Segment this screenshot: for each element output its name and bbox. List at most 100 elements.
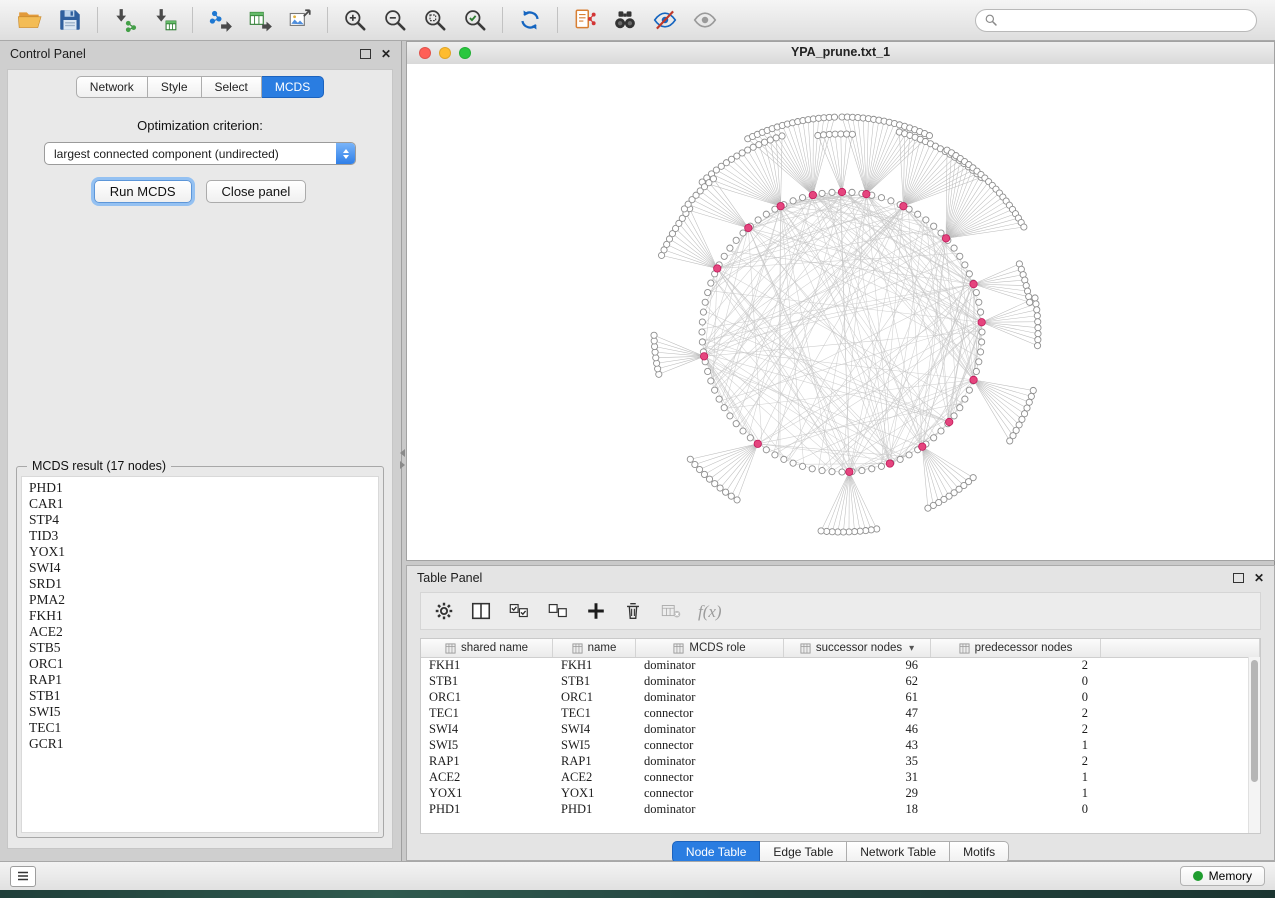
table-cell[interactable]: 35 bbox=[784, 753, 931, 769]
table-cell[interactable]: ACE2 bbox=[421, 769, 553, 785]
table-cell[interactable]: YOX1 bbox=[421, 785, 553, 801]
tab-network-table[interactable]: Network Table bbox=[847, 841, 950, 863]
table-cell[interactable]: 0 bbox=[931, 673, 1101, 689]
network-window-titlebar[interactable]: YPA_prune.txt_1 bbox=[407, 42, 1274, 65]
zoom-out-button[interactable] bbox=[378, 5, 412, 35]
table-cell[interactable]: dominator bbox=[636, 657, 784, 673]
mcds-result-item[interactable]: SWI5 bbox=[29, 704, 378, 720]
tab-node-table[interactable]: Node Table bbox=[672, 841, 761, 863]
mcds-result-item[interactable]: SRD1 bbox=[29, 576, 378, 592]
mcds-result-item[interactable]: STB5 bbox=[29, 640, 378, 656]
table-cell[interactable]: 47 bbox=[784, 705, 931, 721]
table-cell[interactable] bbox=[1101, 769, 1248, 785]
delete-column-button[interactable] bbox=[622, 600, 644, 622]
table-cell[interactable]: dominator bbox=[636, 689, 784, 705]
find-button[interactable] bbox=[608, 5, 642, 35]
clone-network-button[interactable] bbox=[568, 5, 602, 35]
table-cell[interactable]: SWI5 bbox=[553, 737, 636, 753]
table-cell[interactable]: dominator bbox=[636, 721, 784, 737]
table-cell[interactable]: ORC1 bbox=[421, 689, 553, 705]
network-graph[interactable] bbox=[407, 64, 1274, 560]
table-settings-button[interactable] bbox=[433, 600, 455, 622]
mcds-result-item[interactable]: ACE2 bbox=[29, 624, 378, 640]
table-cell[interactable]: dominator bbox=[636, 753, 784, 769]
mcds-result-item[interactable]: RAP1 bbox=[29, 672, 378, 688]
table-cell[interactable]: 29 bbox=[784, 785, 931, 801]
mcds-result-item[interactable]: GCR1 bbox=[29, 736, 378, 752]
scrollbar-thumb[interactable] bbox=[1251, 660, 1258, 782]
table-cell[interactable]: 0 bbox=[931, 801, 1101, 817]
table-cell[interactable] bbox=[1101, 705, 1248, 721]
table-cell[interactable] bbox=[1101, 753, 1248, 769]
tab-select[interactable]: Select bbox=[202, 76, 262, 98]
table-cell[interactable]: 2 bbox=[931, 705, 1101, 721]
table-cell[interactable]: STB1 bbox=[421, 673, 553, 689]
sort-descending-icon[interactable]: ▾ bbox=[909, 643, 914, 654]
table-cell[interactable]: PHD1 bbox=[421, 801, 553, 817]
tab-mcds[interactable]: MCDS bbox=[262, 76, 324, 98]
maximize-window-icon[interactable] bbox=[459, 47, 471, 59]
mcds-result-item[interactable]: TID3 bbox=[29, 528, 378, 544]
close-panel-button[interactable]: Close panel bbox=[206, 180, 307, 203]
table-cell[interactable]: ACE2 bbox=[553, 769, 636, 785]
table-cell[interactable]: 62 bbox=[784, 673, 931, 689]
table-cell[interactable] bbox=[1101, 801, 1248, 817]
table-row[interactable]: RAP1RAP1dominator352 bbox=[421, 753, 1248, 769]
table-cell[interactable]: 0 bbox=[931, 689, 1101, 705]
table-row[interactable]: SWI4SWI4dominator462 bbox=[421, 721, 1248, 737]
table-row[interactable]: FKH1FKH1dominator962 bbox=[421, 657, 1248, 673]
table-row[interactable]: TEC1TEC1connector472 bbox=[421, 705, 1248, 721]
table-cell[interactable]: FKH1 bbox=[421, 657, 553, 673]
close-window-icon[interactable] bbox=[419, 47, 431, 59]
export-table-button[interactable] bbox=[243, 5, 277, 35]
tab-motifs[interactable]: Motifs bbox=[950, 841, 1009, 863]
table-cell[interactable]: connector bbox=[636, 785, 784, 801]
table-cell[interactable] bbox=[1101, 689, 1248, 705]
column-header-mcds-role[interactable]: MCDS role bbox=[636, 639, 784, 657]
export-image-button[interactable] bbox=[283, 5, 317, 35]
zoom-in-button[interactable] bbox=[338, 5, 372, 35]
table-row[interactable]: STB1STB1dominator620 bbox=[421, 673, 1248, 689]
table-cell[interactable] bbox=[1101, 785, 1248, 801]
deselect-all-button[interactable] bbox=[546, 600, 570, 622]
table-cell[interactable]: 46 bbox=[784, 721, 931, 737]
table-cell[interactable]: RAP1 bbox=[553, 753, 636, 769]
table-cell[interactable]: dominator bbox=[636, 673, 784, 689]
search-input[interactable] bbox=[1003, 12, 1248, 28]
open-file-button[interactable] bbox=[13, 5, 47, 35]
zoom-selected-button[interactable] bbox=[458, 5, 492, 35]
delete-table-button[interactable] bbox=[659, 600, 683, 622]
table-cell[interactable]: 2 bbox=[931, 753, 1101, 769]
run-mcds-button[interactable]: Run MCDS bbox=[94, 180, 192, 203]
table-cell[interactable]: 1 bbox=[931, 737, 1101, 753]
save-session-button[interactable] bbox=[53, 5, 87, 35]
close-icon[interactable]: ✕ bbox=[381, 48, 391, 60]
table-cell[interactable] bbox=[1101, 721, 1248, 737]
table-cell[interactable]: 61 bbox=[784, 689, 931, 705]
mcds-result-item[interactable]: YOX1 bbox=[29, 544, 378, 560]
tab-style[interactable]: Style bbox=[148, 76, 202, 98]
table-cell[interactable]: 1 bbox=[931, 785, 1101, 801]
import-network-button[interactable] bbox=[108, 5, 142, 35]
export-network-button[interactable] bbox=[203, 5, 237, 35]
select-all-button[interactable] bbox=[507, 600, 531, 622]
table-cell[interactable]: 1 bbox=[931, 769, 1101, 785]
table-row[interactable]: SWI5SWI5connector431 bbox=[421, 737, 1248, 753]
close-icon[interactable]: ✕ bbox=[1254, 572, 1264, 584]
table-cell[interactable]: SWI4 bbox=[421, 721, 553, 737]
float-icon[interactable] bbox=[360, 49, 371, 59]
mcds-result-item[interactable]: TEC1 bbox=[29, 720, 378, 736]
table-cell[interactable] bbox=[1101, 737, 1248, 753]
mcds-result-item[interactable]: STP4 bbox=[29, 512, 378, 528]
criterion-dropdown[interactable]: largest connected component (undirected) bbox=[44, 142, 356, 165]
mcds-result-item[interactable]: STB1 bbox=[29, 688, 378, 704]
table-cell[interactable]: 43 bbox=[784, 737, 931, 753]
table-row[interactable]: ACE2ACE2connector311 bbox=[421, 769, 1248, 785]
splitter-handle[interactable] bbox=[398, 444, 406, 474]
table-cell[interactable]: 31 bbox=[784, 769, 931, 785]
table-cell[interactable]: 18 bbox=[784, 801, 931, 817]
global-search[interactable] bbox=[975, 9, 1257, 32]
table-cell[interactable]: connector bbox=[636, 705, 784, 721]
table-row[interactable]: PHD1PHD1dominator180 bbox=[421, 801, 1248, 817]
mcds-result-item[interactable]: CAR1 bbox=[29, 496, 378, 512]
